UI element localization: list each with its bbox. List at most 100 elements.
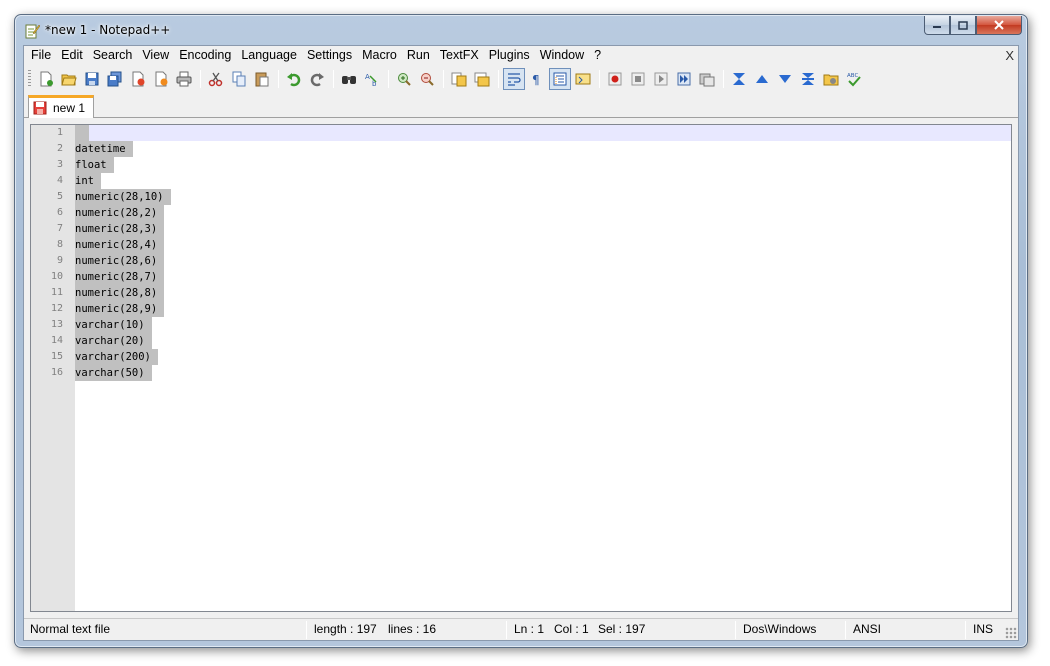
editor-line[interactable]: 2 datetime <box>31 141 1011 157</box>
editor-line[interactable]: 14 varchar(20) <box>31 333 1011 349</box>
line-content-area[interactable]: numeric(28,4) <box>75 237 1011 253</box>
maximize-button[interactable] <box>950 16 976 35</box>
menu-encoding[interactable]: Encoding <box>174 46 236 65</box>
line-content-area[interactable] <box>75 125 1011 141</box>
record-macro-button[interactable] <box>604 68 626 90</box>
menu-textfx[interactable]: TextFX <box>435 46 484 65</box>
sync-horizontal-button[interactable] <box>471 68 493 90</box>
line-text: varchar(10) <box>75 317 152 333</box>
editor-line[interactable]: 16 varchar(50) <box>31 365 1011 381</box>
menu-plugins[interactable]: Plugins <box>484 46 535 65</box>
save-all-button[interactable] <box>104 68 126 90</box>
zoom-in-button[interactable] <box>393 68 415 90</box>
menu-settings[interactable]: Settings <box>302 46 357 65</box>
line-content-area[interactable]: varchar(10) <box>75 317 1011 333</box>
play-macro-button[interactable] <box>650 68 672 90</box>
line-content-area[interactable]: float <box>75 157 1011 173</box>
editor-line[interactable]: 15 varchar(200) <box>31 349 1011 365</box>
tab-new-1[interactable]: new 1 <box>28 95 94 118</box>
menu-edit[interactable]: Edit <box>56 46 88 65</box>
close-file-button[interactable] <box>127 68 149 90</box>
new-file-icon <box>40 71 53 86</box>
line-content-area[interactable]: datetime <box>75 141 1011 157</box>
line-content-area[interactable]: numeric(28,2) <box>75 205 1011 221</box>
record-macro-icon <box>608 72 622 85</box>
word-wrap-button[interactable] <box>503 67 525 90</box>
indent-guide-button[interactable] <box>549 67 571 90</box>
line-content-area[interactable]: numeric(28,10) <box>75 189 1011 205</box>
cut-button[interactable] <box>205 68 227 90</box>
paste-button[interactable] <box>251 68 273 90</box>
undo-button[interactable] <box>283 68 305 90</box>
folder-button[interactable] <box>820 68 842 90</box>
print-button[interactable] <box>173 68 195 90</box>
editor-line[interactable]: 9 numeric(28,6) <box>31 253 1011 269</box>
save-macro-button[interactable] <box>696 68 718 90</box>
save-button[interactable] <box>81 68 103 90</box>
expand-button[interactable] <box>797 68 819 90</box>
menu-window[interactable]: Window <box>535 46 589 65</box>
collapse-button[interactable] <box>728 68 750 90</box>
menu-file[interactable]: File <box>26 46 56 65</box>
toolbar-separator <box>200 69 201 88</box>
line-content-area[interactable]: varchar(50) <box>75 365 1011 381</box>
menu-search[interactable]: Search <box>88 46 138 65</box>
menu-help[interactable]: ? <box>589 46 606 65</box>
line-content-area[interactable]: numeric(28,8) <box>75 285 1011 301</box>
menu-macro[interactable]: Macro <box>357 46 402 65</box>
title-bar[interactable]: *new 1 - Notepad++ <box>15 15 1027 45</box>
text-editor[interactable]: 1 2 datetime 3 float 4 int 5 numeric(28,10) 6 nume… <box>30 124 1012 612</box>
svg-text:ABC: ABC <box>847 73 858 79</box>
close-x-icon <box>994 20 1004 30</box>
editor-line[interactable]: 4 int <box>31 173 1011 189</box>
user-lang-button[interactable] <box>572 68 594 90</box>
spell-check-button[interactable]: ABC <box>843 68 865 90</box>
editor-line[interactable]: 7 numeric(28,3) <box>31 221 1011 237</box>
minimize-button[interactable] <box>924 16 950 35</box>
close-document-button[interactable]: X <box>1005 46 1014 65</box>
redo-button[interactable] <box>306 68 328 90</box>
close-window-button[interactable] <box>976 16 1022 35</box>
line-content-area[interactable]: numeric(28,6) <box>75 253 1011 269</box>
zoom-out-button[interactable] <box>416 68 438 90</box>
show-all-chars-button[interactable]: ¶ <box>526 68 548 90</box>
line-number: 9 <box>56 255 63 266</box>
editor-line[interactable]: 11 numeric(28,8) <box>31 285 1011 301</box>
find-button[interactable] <box>338 68 360 90</box>
editor-line[interactable]: 13 varchar(10) <box>31 317 1011 333</box>
editor-line[interactable]: 8 numeric(28,4) <box>31 237 1011 253</box>
svg-text:A: A <box>365 73 370 81</box>
line-content-area[interactable]: int <box>75 173 1011 189</box>
menu-run[interactable]: Run <box>402 46 435 65</box>
status-column: Col : 1 <box>554 622 589 636</box>
editor-line[interactable]: 6 numeric(28,2) <box>31 205 1011 221</box>
line-text: int <box>75 173 101 189</box>
editor-line[interactable]: 5 numeric(28,10) <box>31 189 1011 205</box>
menu-language[interactable]: Language <box>236 46 302 65</box>
line-content-area[interactable]: numeric(28,3) <box>75 221 1011 237</box>
up-button[interactable] <box>751 68 773 90</box>
replace-button[interactable]: Ab <box>361 68 383 90</box>
line-content-area[interactable]: numeric(28,7) <box>75 269 1011 285</box>
down-button[interactable] <box>774 68 796 90</box>
resize-grip[interactable] <box>1005 627 1017 639</box>
toolbar-grip[interactable] <box>28 69 31 88</box>
menu-view[interactable]: View <box>137 46 174 65</box>
run-macro-multiple-button[interactable] <box>673 68 695 90</box>
close-all-button[interactable] <box>150 68 172 90</box>
status-insert-mode: INS <box>973 622 994 636</box>
editor-line[interactable]: 12 numeric(28,9) <box>31 301 1011 317</box>
sync-vertical-button[interactable] <box>448 68 470 90</box>
stop-macro-button[interactable] <box>627 68 649 90</box>
copy-button[interactable] <box>228 68 250 90</box>
line-content-area[interactable]: varchar(20) <box>75 333 1011 349</box>
editor-line[interactable]: 3 float <box>31 157 1011 173</box>
open-file-button[interactable] <box>58 68 80 90</box>
new-file-button[interactable] <box>35 68 57 90</box>
editor-line[interactable]: 1 <box>31 125 1011 141</box>
unsaved-document-icon <box>33 101 47 115</box>
line-content-area[interactable]: varchar(200) <box>75 349 1011 365</box>
editor-line[interactable]: 10 numeric(28,7) <box>31 269 1011 285</box>
close-icon <box>132 71 145 86</box>
line-content-area[interactable]: numeric(28,9) <box>75 301 1011 317</box>
